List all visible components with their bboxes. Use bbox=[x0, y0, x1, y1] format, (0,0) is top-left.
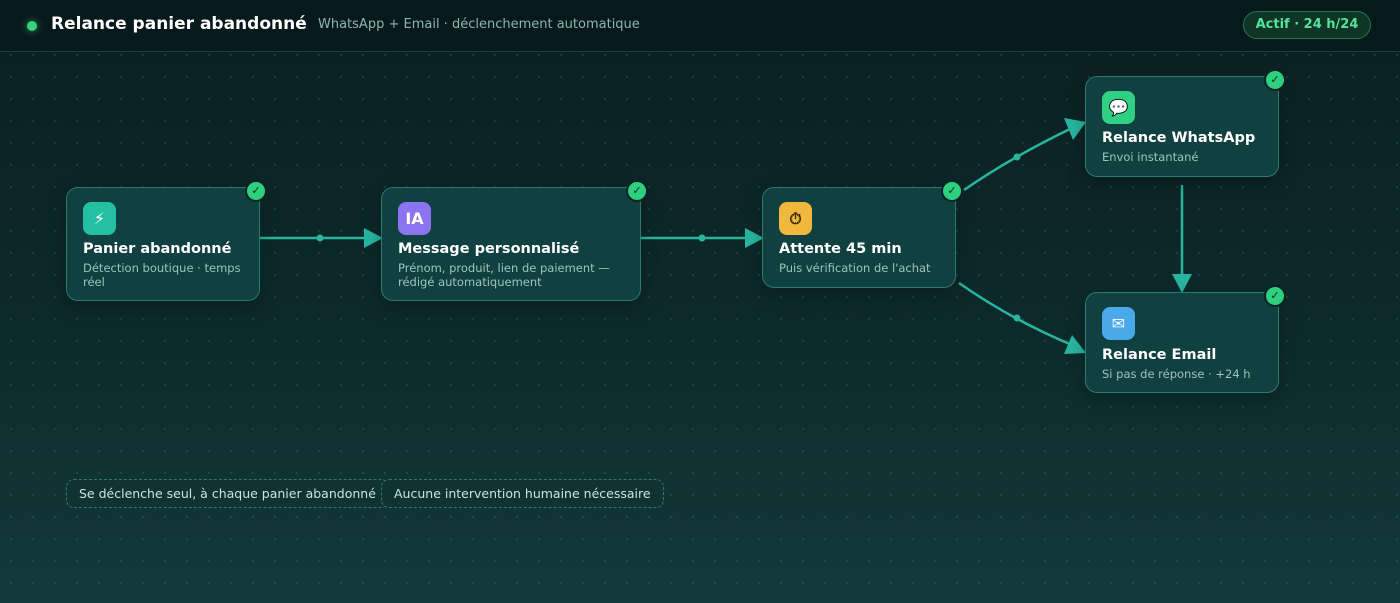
tag-auto-trigger: Se déclenche seul, à chaque panier aband… bbox=[66, 479, 389, 508]
node-description: Détection boutique · temps réel bbox=[83, 261, 241, 289]
connector-message-to-attente bbox=[641, 228, 764, 248]
check-icon: ✓ bbox=[245, 180, 267, 202]
connector-attente-to-whatsapp bbox=[963, 118, 1086, 192]
connector-whatsapp-to-email bbox=[1172, 185, 1192, 293]
connector-attente-to-email bbox=[958, 281, 1086, 354]
lightning-icon: ⚡ bbox=[83, 202, 116, 235]
ia-icon: IA bbox=[398, 202, 431, 235]
check-icon: ✓ bbox=[1264, 285, 1286, 307]
check-icon: ✓ bbox=[1264, 69, 1286, 91]
timer-icon: ⏱ bbox=[779, 202, 812, 235]
chat-icon: 💬 bbox=[1102, 91, 1135, 124]
node-relance-email[interactable]: ✉ Relance Email Si pas de réponse · +24 … bbox=[1085, 285, 1286, 393]
node-description: Prénom, produit, lien de paiement — rédi… bbox=[398, 261, 610, 289]
node-description: Si pas de réponse · +24 h bbox=[1102, 367, 1251, 381]
node-panier-abandonne[interactable]: ⚡ Panier abandonné Détection boutique · … bbox=[66, 180, 267, 301]
node-title: Message personnalisé bbox=[398, 241, 580, 257]
node-attente[interactable]: ⏱ Attente 45 min Puis vérification de l'… bbox=[762, 180, 963, 288]
check-icon: ✓ bbox=[941, 180, 963, 202]
node-title: Relance Email bbox=[1102, 347, 1217, 363]
node-title: Attente 45 min bbox=[779, 241, 902, 257]
node-title: Relance WhatsApp bbox=[1102, 130, 1256, 146]
node-message-personnalise[interactable]: IA Message personnalisé Prénom, produit,… bbox=[381, 180, 648, 301]
mail-icon: ✉ bbox=[1102, 307, 1135, 340]
node-description: Puis vérification de l'achat bbox=[779, 261, 931, 275]
node-title: Panier abandonné bbox=[83, 241, 232, 257]
node-description: Envoi instantané bbox=[1102, 150, 1199, 164]
tag-no-human: Aucune intervention humaine nécessaire bbox=[381, 479, 664, 508]
node-relance-whatsapp[interactable]: 💬 Relance WhatsApp Envoi instantané ✓ bbox=[1085, 69, 1286, 177]
check-icon: ✓ bbox=[626, 180, 648, 202]
connector-panier-to-message bbox=[260, 228, 383, 248]
